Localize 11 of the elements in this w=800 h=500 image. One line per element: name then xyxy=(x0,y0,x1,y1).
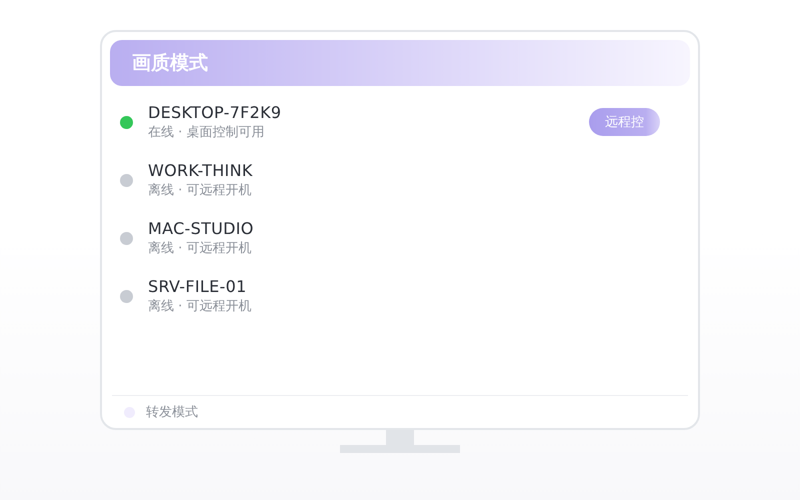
device-status: 离线 · 可远程开机 xyxy=(148,240,252,258)
remote-control-button[interactable]: 远程控 xyxy=(589,108,660,136)
header-title: 画质模式 xyxy=(132,51,208,76)
device-status: 离线 · 可远程开机 xyxy=(148,182,252,200)
footer-label: 转发模式 xyxy=(146,404,198,421)
device-status: 离线 · 可远程开机 xyxy=(148,298,252,316)
device-name: DESKTOP-7F2K9 xyxy=(148,102,282,124)
device-name: WORK-THINK xyxy=(148,160,254,182)
device-name: MAC-STUDIO xyxy=(148,218,255,240)
device-name: SRV-FILE-01 xyxy=(148,276,248,298)
device-status: 在线 · 桌面控制可用 xyxy=(148,124,266,142)
